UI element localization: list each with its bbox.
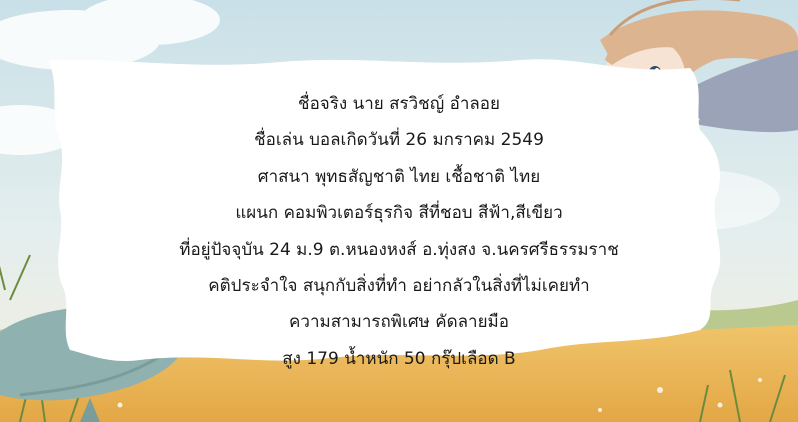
profile-line-talent: ความสามารถพิเศษ คัดลายมือ	[289, 312, 509, 333]
profile-line-department-color: แผนก คอมพิวเตอร์ธุรกิจ สีที่ชอบ สีฟ้า,สี…	[235, 203, 563, 224]
profile-line-religion-nationality: ศาสนา พุทธสัญชาติ ไทย เชื้อชาติ ไทย	[257, 166, 541, 187]
profile-line-address: ที่อยู่ปัจจุบัน 24 ม.9 ต.หนองหงส์ อ.ทุ่ง…	[179, 239, 619, 260]
profile-line-nickname-birthday: ชื่อเล่น บอลเกิดวันที่ 26 มกราคม 2549	[254, 130, 544, 151]
profile-text: ชื่อจริง นาย สรวิชญ์ อำลอย ชื่อเล่น บอลเ…	[0, 86, 798, 377]
profile-line-motto: คติประจำใจ สนุกกับสิ่งที่ทำ อย่ากลัวในสิ…	[208, 275, 590, 296]
profile-line-name: ชื่อจริง นาย สรวิชญ์ อำลอย	[298, 94, 500, 114]
profile-line-height-weight-blood: สูง 179 น้ำหนัก 50 กรุ๊ปเลือด B	[282, 348, 516, 369]
